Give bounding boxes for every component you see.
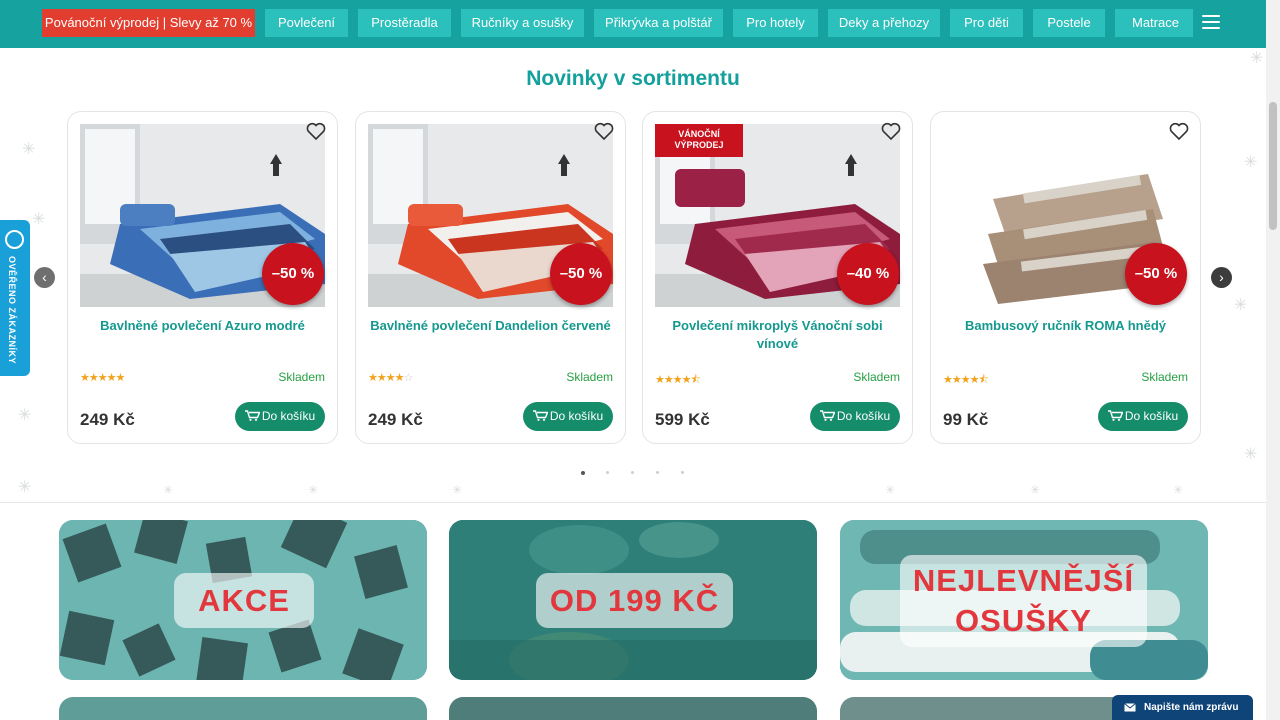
section-title: Novinky v sortimentu <box>526 67 740 90</box>
cart-label: Do košíku <box>549 409 604 423</box>
cart-icon <box>532 410 548 421</box>
snowflake-icon: ✳ <box>1250 50 1264 67</box>
banner-label: OD 199 KČ <box>536 573 733 628</box>
snowflake-icon: ✳ <box>1234 297 1248 314</box>
cart-label: Do košíku <box>1124 409 1179 423</box>
banner-akce[interactable]: AKCE <box>59 520 427 680</box>
heart-icon[interactable] <box>594 122 614 140</box>
stock-status: Skladem <box>1141 370 1188 384</box>
verified-customers-badge[interactable]: OVĚŘENO ZÁKAZNÍKY <box>0 220 30 376</box>
discount-badge: –50 % <box>1125 243 1187 305</box>
add-to-cart-button[interactable]: Do košíku <box>235 402 325 431</box>
snowflake-icon: ✳ <box>1173 483 1184 497</box>
nav-sale-link[interactable]: Povánoční výprodej | Slevy až 70 % <box>42 9 255 37</box>
product-card[interactable]: –50 % Bambusový ručník ROMA hnědý ★★★★⯪ … <box>930 111 1201 444</box>
heart-icon[interactable] <box>306 122 326 140</box>
snowflake-icon: ✳ <box>308 483 319 497</box>
cart-label: Do košíku <box>261 409 316 423</box>
snowflake-icon: ✳ <box>1030 483 1041 497</box>
heart-icon[interactable] <box>881 122 901 140</box>
product-price: 249 Kč <box>80 410 135 429</box>
carousel-prev-button[interactable]: ‹ <box>34 267 55 288</box>
scrollbar-thumb[interactable] <box>1269 102 1277 230</box>
banner-label: AKCE <box>174 573 314 628</box>
discount-badge: –40 % <box>837 243 899 305</box>
scrollbar[interactable] <box>1266 0 1280 720</box>
nav-item-postele[interactable]: Postele <box>1033 9 1105 37</box>
menu-icon[interactable] <box>1202 15 1220 29</box>
rating-stars: ★★★★☆ <box>368 372 413 384</box>
top-navigation: Povánoční výprodej | Slevy až 70 % Povle… <box>0 0 1266 48</box>
nav-item-rucniky[interactable]: Ručníky a osušky <box>461 9 584 37</box>
carousel-dot[interactable] <box>581 471 585 475</box>
nav-item-prosteradla[interactable]: Prostěradla <box>358 9 451 37</box>
banner-partial[interactable] <box>59 697 427 720</box>
discount-badge: –50 % <box>550 243 612 305</box>
stock-status: Skladem <box>278 370 325 384</box>
product-name[interactable]: Bavlněné povlečení Azuro modré <box>80 317 325 335</box>
stock-status: Skladem <box>566 370 613 384</box>
rating-stars: ★★★★★ <box>80 372 125 384</box>
snowflake-icon: ✳ <box>18 479 32 496</box>
product-card[interactable]: –50 % Bavlněné povlečení Azuro modré ★★★… <box>67 111 338 444</box>
cart-icon <box>244 410 260 421</box>
nav-item-povleceni[interactable]: Povlečení <box>265 9 348 37</box>
product-price: 599 Kč <box>655 410 710 429</box>
nav-item-deky[interactable]: Deky a přehozy <box>828 9 940 37</box>
product-card[interactable]: –50 % Bavlněné povlečení Dandelion červe… <box>355 111 626 444</box>
section-divider <box>0 502 1266 503</box>
carousel-dot[interactable] <box>631 471 634 474</box>
discount-badge: –50 % <box>262 243 324 305</box>
cart-label: Do košíku <box>836 409 891 423</box>
product-name[interactable]: Bambusový ručník ROMA hnědý <box>943 317 1188 335</box>
verified-icon <box>5 230 24 249</box>
cart-icon <box>1107 410 1123 421</box>
add-to-cart-button[interactable]: Do košíku <box>1098 402 1188 431</box>
nav-item-pro-deti[interactable]: Pro děti <box>950 9 1023 37</box>
stock-status: Skladem <box>853 370 900 384</box>
add-to-cart-button[interactable]: Do košíku <box>523 402 613 431</box>
christmas-sale-ribbon: VÁNOČNÍ VÝPRODEJ <box>655 124 743 157</box>
nav-item-prikryvka[interactable]: Přikrývka a polštář <box>594 9 723 37</box>
banner-od-199[interactable]: OD 199 KČ <box>449 520 817 680</box>
banner-nejlevnejsi-osusky[interactable]: NEJLEVNĚJŠÍ OSUŠKY <box>840 520 1208 680</box>
carousel-next-button[interactable]: › <box>1211 267 1232 288</box>
carousel-dot[interactable] <box>681 471 684 474</box>
snowflake-icon: ✳ <box>18 407 32 424</box>
carousel-dot[interactable] <box>656 471 659 474</box>
product-price: 249 Kč <box>368 410 423 429</box>
snowflake-icon: ✳ <box>22 141 36 158</box>
verified-label: OVĚŘENO ZÁKAZNÍKY <box>7 256 17 365</box>
product-card[interactable]: VÁNOČNÍ VÝPRODEJ –40 % Povlečení mikroply… <box>642 111 913 444</box>
nav-item-matrace[interactable]: Matrace <box>1115 9 1193 37</box>
chat-widget-button[interactable]: Napište nám zprávu <box>1112 695 1253 720</box>
snowflake-icon: ✳ <box>452 483 463 497</box>
banner-label: NEJLEVNĚJŠÍ OSUŠKY <box>900 555 1147 647</box>
carousel-dot[interactable] <box>606 471 609 474</box>
nav-item-pro-hotely[interactable]: Pro hotely <box>733 9 818 37</box>
cart-icon <box>819 410 835 421</box>
banner-partial[interactable] <box>449 697 817 720</box>
rating-stars: ★★★★⯪ <box>655 374 701 386</box>
snowflake-icon: ✳ <box>1244 446 1258 463</box>
snowflake-icon: ✳ <box>1244 154 1258 171</box>
product-price: 99 Kč <box>943 410 989 429</box>
snowflake-icon: ✳ <box>163 483 174 497</box>
page: Povánoční výprodej | Slevy až 70 % Povle… <box>0 0 1280 720</box>
add-to-cart-button[interactable]: Do košíku <box>810 402 900 431</box>
heart-icon[interactable] <box>1169 122 1189 140</box>
envelope-icon <box>1124 703 1136 712</box>
snowflake-icon: ✳ <box>32 211 46 228</box>
product-name[interactable]: Bavlněné povlečení Dandelion červené <box>368 317 613 335</box>
snowflake-icon: ✳ <box>885 483 896 497</box>
rating-stars: ★★★★⯪ <box>943 374 989 386</box>
chat-label: Napište nám zprávu <box>1144 702 1239 713</box>
product-name[interactable]: Povlečení mikroplyš Vánoční sobi vínové <box>655 317 900 353</box>
